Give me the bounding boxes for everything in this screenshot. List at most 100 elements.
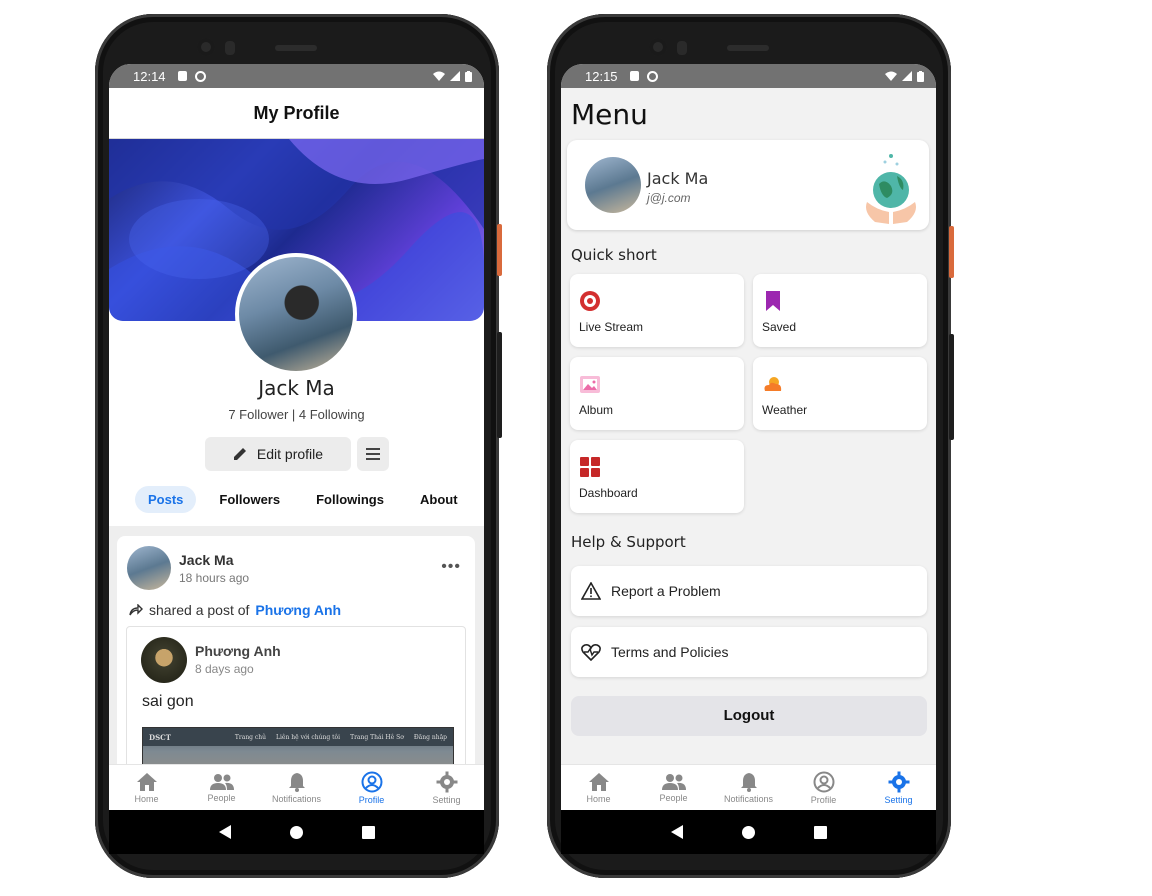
nav-home-label: Home bbox=[586, 793, 611, 804]
shared-user-link[interactable]: Phương Anh bbox=[255, 602, 341, 618]
signal-icon bbox=[450, 71, 460, 81]
profile-avatar[interactable] bbox=[235, 253, 357, 375]
more-menu-button[interactable] bbox=[357, 437, 389, 471]
shared-author[interactable]: Phương Anh bbox=[195, 643, 281, 659]
nav-setting[interactable]: Setting bbox=[861, 765, 936, 810]
heart-pulse-icon bbox=[581, 644, 601, 661]
speaker-grille bbox=[727, 45, 769, 51]
avatar bbox=[585, 157, 641, 213]
people-icon bbox=[209, 773, 234, 790]
home-circle-icon[interactable] bbox=[741, 825, 755, 839]
quick-weather[interactable]: Weather bbox=[753, 357, 927, 430]
nav-profile-label: Profile bbox=[358, 794, 385, 805]
nav-home[interactable]: Home bbox=[109, 765, 184, 810]
nav-setting[interactable]: Setting bbox=[409, 765, 484, 810]
recents-icon[interactable] bbox=[361, 825, 375, 839]
quick-saved[interactable]: Saved bbox=[753, 274, 927, 347]
nav-home[interactable]: Home bbox=[561, 765, 636, 810]
post-time: 18 hours ago bbox=[179, 571, 250, 585]
wifi-icon bbox=[885, 71, 897, 81]
people-icon bbox=[661, 773, 686, 790]
image-link: Trang chủ bbox=[234, 733, 267, 741]
follow-stats[interactable]: 7 Follower | 4 Following bbox=[109, 407, 484, 422]
home-icon bbox=[136, 772, 157, 791]
power-button[interactable] bbox=[949, 226, 954, 278]
profile-icon bbox=[813, 771, 834, 792]
quick-live-stream-label: Live Stream bbox=[579, 320, 644, 334]
tab-about[interactable]: About bbox=[407, 486, 471, 513]
home-circle-icon[interactable] bbox=[289, 825, 303, 839]
nav-people-label: People bbox=[659, 792, 688, 803]
volume-button[interactable] bbox=[497, 332, 502, 438]
help-support-heading: Help & Support bbox=[571, 533, 686, 551]
volume-button[interactable] bbox=[949, 334, 954, 440]
nav-profile[interactable]: Profile bbox=[334, 765, 409, 810]
shared-prefix: shared a post of bbox=[149, 602, 250, 618]
nav-notifications-label: Notifications bbox=[271, 793, 322, 804]
tab-followers[interactable]: Followers bbox=[206, 486, 293, 513]
menu-screen: 12:15 Menu Jack Ma j@j.com Quick short L… bbox=[561, 64, 936, 810]
edit-profile-button[interactable]: Edit profile bbox=[205, 437, 351, 471]
bell-icon bbox=[740, 772, 757, 792]
live-stream-icon bbox=[580, 291, 600, 311]
nav-people-label: People bbox=[207, 792, 236, 803]
pencil-icon bbox=[233, 448, 246, 460]
image-link: Đăng nhập bbox=[413, 733, 447, 741]
report-problem-button[interactable]: Report a Problem bbox=[571, 566, 927, 616]
system-nav-bar bbox=[561, 810, 936, 854]
gear-icon bbox=[888, 771, 909, 792]
tab-followings[interactable]: Followings bbox=[303, 486, 397, 513]
shared-text: sai gon bbox=[142, 693, 194, 710]
image-brand: DSCT bbox=[149, 732, 171, 742]
quick-dashboard[interactable]: Dashboard bbox=[570, 440, 744, 513]
user-card[interactable]: Jack Ma j@j.com bbox=[567, 140, 929, 230]
back-icon[interactable] bbox=[218, 825, 231, 839]
phone-frame-menu: 12:15 Menu Jack Ma j@j.com Quick short L… bbox=[547, 14, 954, 878]
quick-dashboard-label: Dashboard bbox=[579, 486, 638, 500]
tab-posts[interactable]: Posts bbox=[135, 486, 197, 513]
terms-policies-label: Terms and Policies bbox=[611, 644, 729, 660]
nav-people[interactable]: People bbox=[636, 765, 711, 810]
battery-icon bbox=[917, 70, 924, 82]
status-bar: 12:14 bbox=[109, 64, 484, 88]
nav-setting-label: Setting bbox=[884, 794, 913, 805]
wifi-icon bbox=[433, 71, 445, 81]
page-title: My Profile bbox=[109, 88, 484, 139]
sd-card-icon bbox=[177, 71, 187, 81]
nav-notifications[interactable]: Notifications bbox=[259, 765, 334, 810]
sync-icon bbox=[646, 70, 658, 82]
share-arrow-icon bbox=[129, 604, 143, 616]
quick-album[interactable]: Album bbox=[570, 357, 744, 430]
nav-notifications-label: Notifications bbox=[723, 793, 774, 804]
post-more-icon[interactable]: ••• bbox=[441, 558, 461, 576]
terms-policies-button[interactable]: Terms and Policies bbox=[571, 627, 927, 677]
image-link: Trang Thái Hê Sơ bbox=[350, 733, 404, 741]
bottom-nav: Home People Notifications Profile Settin… bbox=[109, 764, 484, 810]
battery-icon bbox=[465, 70, 472, 82]
hamburger-icon bbox=[366, 448, 380, 450]
nav-people[interactable]: People bbox=[184, 765, 259, 810]
bottom-nav: Home People Notifications Profile Settin… bbox=[561, 764, 936, 810]
report-problem-label: Report a Problem bbox=[611, 583, 721, 599]
recents-icon[interactable] bbox=[813, 825, 827, 839]
nav-notifications[interactable]: Notifications bbox=[711, 765, 786, 810]
front-camera bbox=[197, 38, 215, 56]
image-link: Liên hệ với chúng tôi bbox=[276, 733, 341, 741]
logout-button[interactable]: Logout bbox=[571, 696, 927, 736]
dashboard-icon bbox=[580, 457, 600, 477]
bell-icon bbox=[288, 772, 305, 792]
profile-tabs: Posts Followers Followings About bbox=[135, 486, 465, 513]
front-camera bbox=[649, 38, 667, 56]
post-author-avatar[interactable] bbox=[127, 546, 171, 590]
quick-short-heading: Quick short bbox=[571, 246, 657, 264]
shared-author-avatar[interactable] bbox=[141, 637, 187, 683]
post-author[interactable]: Jack Ma bbox=[179, 552, 233, 568]
weather-icon bbox=[764, 377, 782, 391]
power-button[interactable] bbox=[497, 224, 502, 276]
nav-setting-label: Setting bbox=[432, 794, 461, 805]
back-icon[interactable] bbox=[670, 825, 683, 839]
quick-live-stream[interactable]: Live Stream bbox=[570, 274, 744, 347]
nav-profile[interactable]: Profile bbox=[786, 765, 861, 810]
bookmark-icon bbox=[766, 291, 780, 311]
phone-frame-profile: 12:14 My Profile Jack Ma 7 Follower | 4 … bbox=[95, 14, 502, 878]
